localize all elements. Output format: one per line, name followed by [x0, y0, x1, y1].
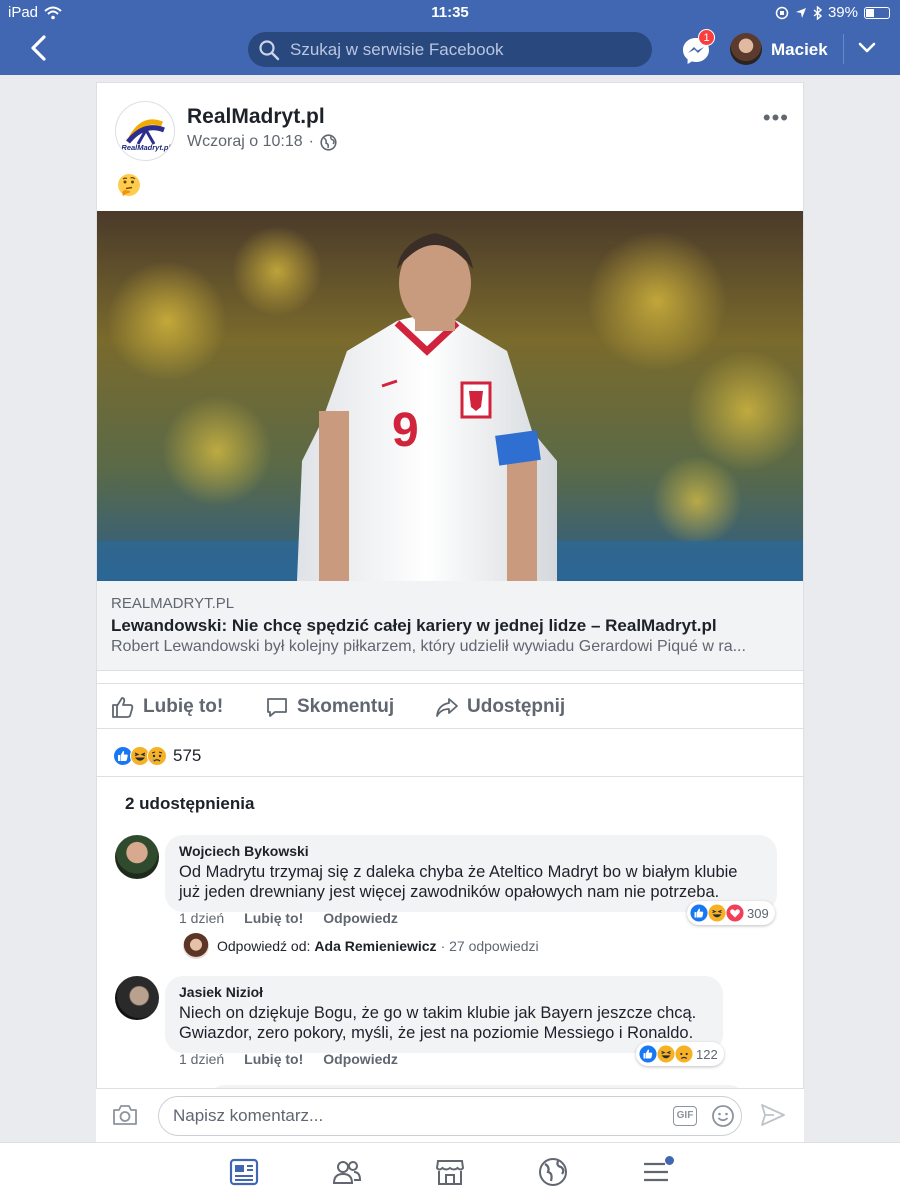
post-photo[interactable]: 9 [97, 211, 804, 581]
link-description: Robert Lewandowski był kolejny piłkarzem… [111, 638, 746, 655]
search-icon [259, 40, 280, 61]
share-icon [436, 698, 458, 717]
shares-count[interactable]: 2 udostępnienia [125, 794, 254, 814]
sad-reaction-icon [147, 746, 167, 766]
like-label: Lubię to! [143, 696, 224, 717]
reactions-summary[interactable]: 575 [113, 743, 201, 769]
globe-icon [320, 133, 337, 151]
love-reaction-icon [726, 904, 744, 922]
comment-author[interactable]: Wojciech Bykowski [179, 843, 763, 859]
marketplace-icon[interactable] [435, 1157, 465, 1187]
notifications-globe-icon[interactable] [538, 1157, 568, 1187]
reply-author: Ada Remieniewicz [314, 938, 437, 954]
divider [97, 776, 803, 777]
gif-icon[interactable]: GIF [673, 1106, 697, 1126]
bottom-tab-bar [0, 1142, 900, 1200]
comment-reply-button[interactable]: Odpowiedz [323, 1051, 398, 1067]
haha-reaction-icon [708, 904, 726, 922]
logo-text: RealMadryt.pl [121, 143, 171, 152]
like-reaction-icon [690, 904, 708, 922]
smiley-icon[interactable] [711, 1104, 735, 1128]
comment-like-button[interactable]: Lubię to! [244, 1051, 303, 1067]
haha-reaction-icon [657, 1045, 675, 1063]
shirt-number: 9 [392, 404, 419, 457]
post-card: RealMadryt.pl RealMadryt.pl Wczoraj o 10… [96, 82, 804, 1142]
comment-label: Skomentuj [297, 696, 395, 717]
share-label: Udostępnij [467, 696, 566, 717]
comment-text-line: Gwiazdor, zero pokory, myśli, że jest na… [179, 1024, 694, 1042]
comment-composer: GIF [96, 1088, 804, 1142]
reply-label: Odpowiedź od: [217, 938, 311, 954]
friends-icon[interactable] [332, 1157, 362, 1187]
comment-icon [267, 698, 287, 717]
comment-text-line: Od Madrytu trzymaj się z daleka chyba że… [179, 863, 738, 881]
avatar [183, 933, 209, 959]
user-name[interactable]: Maciek [771, 40, 828, 60]
battery-icon [864, 6, 890, 19]
bluetooth-icon [813, 5, 822, 20]
clock: 11:35 [431, 4, 469, 21]
comment-bubble: Jasiek Nizioł Niech on dziękuje Bogu, że… [165, 976, 723, 1053]
divider [843, 34, 844, 64]
comment-like-button[interactable]: Lubię to! [244, 910, 303, 926]
search-bar[interactable] [248, 32, 652, 67]
comment-button[interactable]: Skomentuj [265, 684, 394, 730]
location-icon [795, 7, 806, 18]
reaction-count: 575 [173, 746, 202, 765]
page-name[interactable]: RealMadryt.pl [187, 105, 325, 129]
post-meta: Wczoraj o 10:18 · [187, 133, 337, 151]
comment-field[interactable]: GIF [158, 1096, 742, 1136]
comment-time[interactable]: 1 dzień [179, 1051, 224, 1067]
like-button[interactable]: Lubię to! [111, 684, 223, 730]
camera-icon[interactable] [112, 1103, 138, 1127]
comment-reactions[interactable]: 309 [687, 901, 775, 925]
battery-percent: 39% [827, 4, 858, 21]
comment-reply-button[interactable]: Odpowiedz [323, 910, 398, 926]
sad-reaction-icon [675, 1045, 693, 1063]
link-preview[interactable]: REALMADRYT.PL Lewandowski: Nie chcę spęd… [97, 581, 803, 671]
comment-text: Niech on dziękuje Bogu, że go w takim kl… [179, 1003, 709, 1043]
menu-notification-dot [665, 1156, 674, 1165]
status-bar: iPad 11:35 39% [0, 0, 900, 24]
messenger-badge: 1 [698, 29, 715, 46]
comment-text: Od Madrytu trzymaj się z daleka chyba że… [179, 862, 763, 902]
post-timestamp[interactable]: Wczoraj o 10:18 [187, 133, 303, 151]
thinking-emoji [118, 174, 140, 196]
avatar[interactable] [730, 33, 762, 65]
comment-text-line: Niech on dziękuje Bogu, że go w takim kl… [179, 1004, 697, 1022]
replies-summary[interactable]: Odpowiedź od: Ada Remieniewicz · 27 odpo… [183, 933, 539, 959]
like-reaction-icon [639, 1045, 657, 1063]
comment-input[interactable] [173, 1097, 653, 1135]
comment-bubble: Wojciech Bykowski Od Madrytu trzymaj się… [165, 835, 777, 912]
like-icon [112, 697, 134, 718]
comment-reaction-count: 122 [696, 1046, 718, 1062]
realmadryt-logo-icon: RealMadryt.pl [121, 119, 172, 152]
comment-actions: 1 dzień Lubię to! Odpowiedz [179, 1051, 398, 1067]
battery-level [866, 8, 875, 17]
link-title: Lewandowski: Nie chcę spędzić całej kari… [111, 616, 717, 635]
orientation-lock-icon [775, 6, 789, 19]
avatar[interactable] [115, 976, 159, 1020]
avatar[interactable] [115, 835, 159, 879]
page-logo[interactable]: RealMadryt.pl [115, 101, 175, 161]
share-button[interactable]: Udostępnij [435, 684, 565, 730]
comment-text-line: już jeden drewniany jest więcej zawodnik… [179, 883, 720, 901]
meta-separator: · [308, 133, 314, 150]
comment-reaction-count: 309 [747, 905, 769, 921]
send-icon[interactable] [760, 1103, 786, 1127]
comment-reactions[interactable]: 122 [636, 1042, 724, 1066]
search-input[interactable] [290, 32, 640, 67]
back-icon[interactable] [26, 34, 52, 62]
link-domain: REALMADRYT.PL [111, 595, 235, 612]
comment-time[interactable]: 1 dzień [179, 910, 224, 926]
chevron-down-icon[interactable] [858, 42, 876, 54]
reply-count: · 27 odpowiedzi [440, 938, 539, 954]
comment-author[interactable]: Jasiek Nizioł [179, 984, 709, 1000]
top-navigation-bar: iPad 11:35 39% 1 Maciek [0, 0, 900, 75]
post-actions: Lubię to! Skomentuj Udostępnij [97, 683, 803, 730]
more-icon[interactable]: ••• [763, 107, 789, 129]
news-feed-icon[interactable] [229, 1157, 259, 1187]
comment-actions: 1 dzień Lubię to! Odpowiedz [179, 910, 398, 926]
